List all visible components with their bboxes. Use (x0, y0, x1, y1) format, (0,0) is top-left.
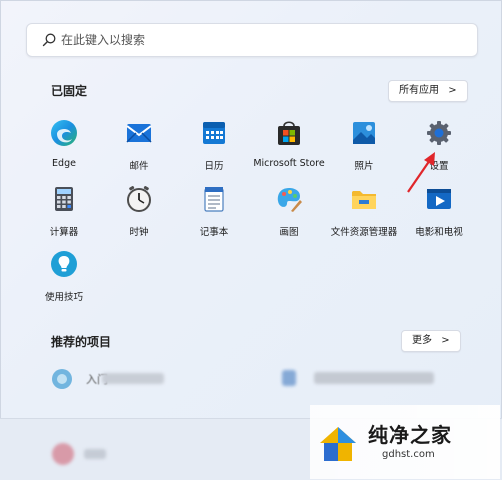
calendar-icon (203, 122, 225, 144)
chevron-right-icon: > (448, 85, 457, 96)
notepad-icon (204, 187, 224, 212)
file-icon (282, 370, 296, 386)
store-icon (278, 121, 300, 145)
avatar[interactable] (52, 443, 74, 465)
brand-name: 纯净之家 (368, 423, 452, 447)
mail-icon (126, 124, 152, 143)
photos-icon (353, 122, 375, 144)
edge-icon (51, 120, 77, 146)
pinned-title: 已固定 (51, 84, 88, 98)
more-label: 更多 (412, 335, 432, 346)
app-label: 电影和电视 (415, 227, 463, 238)
calculator-icon (55, 187, 73, 211)
app-tips[interactable]: 使用技巧 (20, 249, 108, 303)
search-box[interactable]: 在此键入以搜索 (26, 23, 478, 57)
recommended-title: 推荐的项目 (51, 335, 112, 349)
brand-url: gdhst.com (382, 449, 435, 460)
folder-icon (352, 191, 376, 209)
app-movies-tv[interactable]: 电影和电视 (395, 184, 483, 238)
chevron-right-icon: > (441, 335, 450, 346)
blurred-username (84, 449, 106, 459)
brand-house-icon (320, 427, 356, 461)
paint-icon (277, 188, 302, 212)
settings-gear-icon (427, 121, 451, 145)
search-placeholder: 在此键入以搜索 (61, 33, 146, 47)
blurred-text (102, 373, 164, 384)
blurred-text (314, 372, 434, 384)
recommended-item-getstarted[interactable]: 入门 (50, 366, 250, 392)
clock-icon (127, 186, 151, 212)
movies-tv-icon (427, 189, 451, 209)
tips-icon (51, 251, 77, 277)
get-started-icon (52, 369, 72, 389)
more-button[interactable]: 更多 > (401, 330, 461, 352)
all-apps-button[interactable]: 所有应用 > (388, 80, 468, 102)
all-apps-label: 所有应用 (399, 85, 439, 96)
recommended-item-2[interactable] (282, 366, 442, 392)
search-icon (42, 33, 56, 47)
watermark-logo: 纯净之家 gdhst.com (310, 405, 500, 479)
app-label: 使用技巧 (44, 292, 83, 303)
